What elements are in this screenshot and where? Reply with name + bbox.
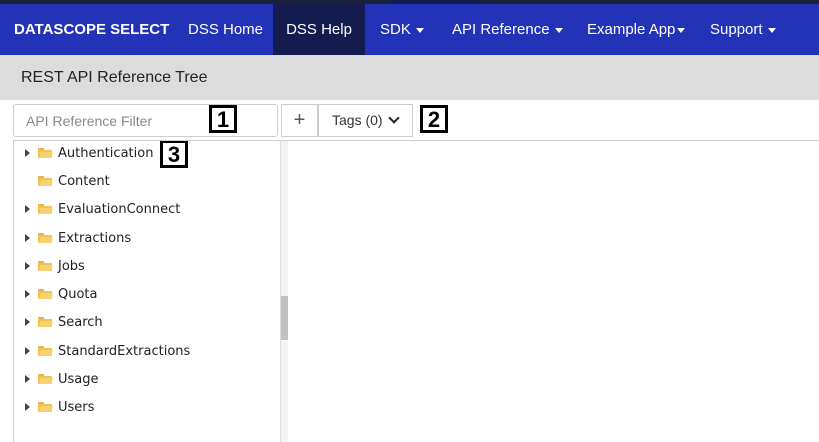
expand-arrow-icon[interactable] bbox=[25, 402, 30, 411]
content-panel bbox=[287, 140, 819, 442]
caret-down-icon bbox=[767, 27, 776, 33]
folder-icon bbox=[38, 147, 53, 158]
tree-item-content[interactable]: Content bbox=[25, 171, 110, 193]
expand-arrow-icon[interactable] bbox=[25, 148, 30, 157]
tree-scrollbar[interactable] bbox=[280, 141, 288, 442]
tree-item-standardextractions[interactable]: StandardExtractions bbox=[25, 341, 190, 363]
caret-down-icon bbox=[677, 27, 686, 33]
nav-label: DSS Home bbox=[188, 21, 264, 38]
expand-arrow-icon[interactable] bbox=[25, 233, 30, 242]
tree-item-label: Authentication bbox=[58, 146, 154, 161]
nav-dss-home[interactable]: DSS Home bbox=[188, 4, 263, 55]
nav-label: DSS Help bbox=[286, 21, 352, 38]
scrollbar-thumb[interactable] bbox=[281, 296, 288, 340]
tree-item-evaluationconnect[interactable]: EvaluationConnect bbox=[25, 199, 180, 221]
tree-item-users[interactable]: Users bbox=[25, 397, 94, 419]
callout-1: 1 bbox=[209, 105, 237, 133]
top-navbar: DATASCOPE SELECT DSS Home DSS Help SDK A… bbox=[0, 0, 819, 55]
api-reference-filter-input[interactable] bbox=[13, 104, 278, 137]
tags-label: Tags (0) bbox=[332, 112, 383, 128]
tree-item-label: Search bbox=[58, 315, 103, 330]
nav-api-reference[interactable]: API Reference bbox=[452, 4, 563, 55]
expand-arrow-icon[interactable] bbox=[25, 374, 30, 383]
tree-item-jobs[interactable]: Jobs bbox=[25, 256, 85, 278]
nav-dss-help[interactable]: DSS Help bbox=[273, 4, 365, 55]
page-header: REST API Reference Tree bbox=[0, 55, 819, 100]
expand-arrow-icon[interactable] bbox=[25, 261, 30, 270]
nav-label: SDK bbox=[380, 21, 411, 38]
add-tag-button[interactable]: + bbox=[281, 104, 318, 137]
tree-item-search[interactable]: Search bbox=[25, 312, 103, 334]
nav-support[interactable]: Support bbox=[710, 4, 776, 55]
chevron-down-icon bbox=[387, 112, 400, 124]
tree-item-extractions[interactable]: Extractions bbox=[25, 228, 131, 250]
tree-item-usage[interactable]: Usage bbox=[25, 369, 99, 391]
folder-icon bbox=[38, 316, 53, 327]
tree-item-label: Users bbox=[58, 400, 95, 415]
tree-item-authentication[interactable]: Authentication bbox=[25, 143, 153, 165]
expand-arrow-icon[interactable] bbox=[25, 346, 30, 355]
tree-item-label: Extractions bbox=[58, 231, 132, 246]
caret-down-icon bbox=[554, 27, 563, 33]
page-title: REST API Reference Tree bbox=[21, 69, 208, 86]
tags-dropdown-button[interactable]: Tags (0) bbox=[318, 104, 413, 137]
nav-sdk[interactable]: SDK bbox=[380, 4, 424, 55]
brand-logo[interactable]: DATASCOPE SELECT bbox=[14, 4, 169, 55]
folder-icon bbox=[38, 373, 53, 384]
tree-item-quota[interactable]: Quota bbox=[25, 284, 98, 306]
caret-down-icon bbox=[415, 27, 424, 33]
expand-arrow-icon[interactable] bbox=[25, 317, 30, 326]
nav-label: API Reference bbox=[452, 21, 550, 38]
tree-item-label: Jobs bbox=[58, 259, 85, 274]
folder-icon bbox=[38, 288, 53, 299]
folder-icon bbox=[38, 260, 53, 271]
nav-label: Support bbox=[710, 21, 763, 38]
expand-arrow-icon[interactable] bbox=[25, 204, 30, 213]
no-toggle-spacer bbox=[25, 177, 30, 185]
folder-icon bbox=[38, 401, 53, 412]
tree-item-label: Usage bbox=[58, 372, 99, 387]
nav-example-app[interactable]: Example App bbox=[587, 4, 686, 55]
tree-item-label: StandardExtractions bbox=[58, 344, 191, 359]
folder-icon bbox=[38, 345, 53, 356]
tree-item-label: EvaluationConnect bbox=[58, 202, 181, 217]
folder-icon bbox=[38, 175, 53, 186]
tree-item-label: Quota bbox=[58, 287, 98, 302]
folder-icon bbox=[38, 232, 53, 243]
callout-2: 2 bbox=[420, 105, 448, 133]
folder-icon bbox=[38, 203, 53, 214]
expand-arrow-icon[interactable] bbox=[25, 289, 30, 298]
tree-item-label: Content bbox=[58, 174, 110, 189]
nav-label: Example App bbox=[587, 21, 676, 38]
